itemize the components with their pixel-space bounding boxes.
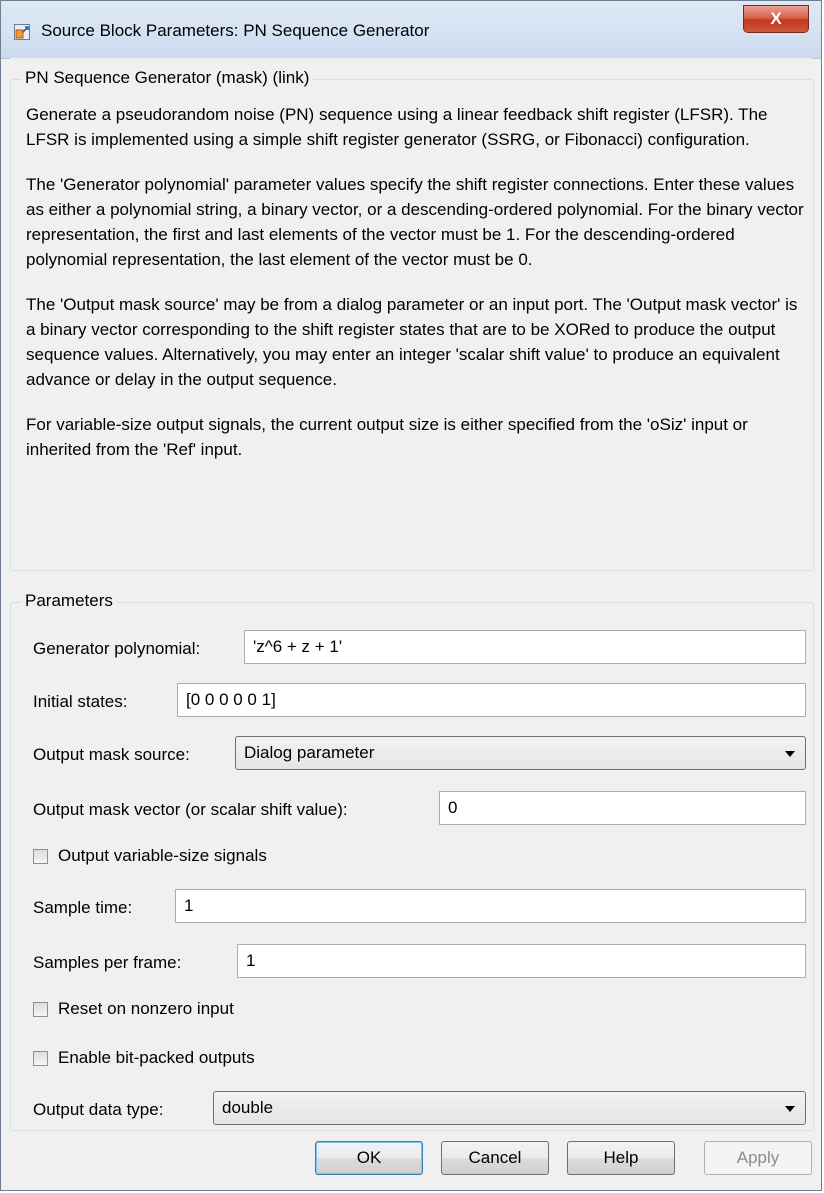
dialog-content: PN Sequence Generator (mask) (link) Gene… — [10, 58, 814, 1190]
simulink-block-icon — [14, 24, 30, 40]
sample-time-label: Sample time: — [33, 898, 133, 917]
help-button[interactable]: Help — [567, 1141, 675, 1175]
description-text: Generate a pseudorandom noise (PN) seque… — [26, 102, 811, 482]
output-variable-size-row[interactable]: Output variable-size signals — [33, 846, 267, 866]
window-title: Source Block Parameters: PN Sequence Gen… — [41, 21, 430, 40]
apply-button[interactable]: Apply — [704, 1141, 812, 1175]
title-bar[interactable]: Source Block Parameters: PN Sequence Gen… — [1, 1, 821, 59]
output-data-type-value: double — [222, 1098, 274, 1117]
description-group: PN Sequence Generator (mask) (link) Gene… — [10, 68, 814, 571]
output-mask-source-select[interactable]: Dialog parameter — [235, 736, 806, 770]
generator-polynomial-input[interactable]: 'z^6 + z + 1' — [244, 630, 806, 664]
description-paragraph: Generate a pseudorandom noise (PN) seque… — [26, 105, 768, 149]
reset-on-nonzero-label: Reset on nonzero input — [58, 999, 234, 1018]
description-paragraph: For variable-size output signals, the cu… — [26, 415, 748, 459]
output-data-type-label: Output data type: — [33, 1100, 164, 1119]
description-paragraph: The 'Output mask source' may be from a d… — [26, 295, 798, 389]
samples-per-frame-input[interactable]: 1 — [237, 944, 806, 978]
chevron-down-icon — [785, 1106, 795, 1112]
bit-packed-label: Enable bit-packed outputs — [58, 1048, 255, 1067]
sample-time-input[interactable]: 1 — [175, 889, 806, 923]
description-paragraph: The 'Generator polynomial' parameter val… — [26, 175, 804, 269]
dialog-window: Source Block Parameters: PN Sequence Gen… — [0, 0, 822, 1191]
bit-packed-checkbox[interactable] — [33, 1050, 48, 1066]
chevron-down-icon — [785, 751, 795, 757]
output-mask-vector-label: Output mask vector (or scalar shift valu… — [33, 800, 348, 819]
output-variable-size-checkbox[interactable] — [33, 848, 48, 864]
output-data-type-select[interactable]: double — [213, 1091, 806, 1125]
ok-button[interactable]: OK — [315, 1141, 423, 1175]
initial-states-label: Initial states: — [33, 692, 128, 711]
output-mask-source-label: Output mask source: — [33, 745, 190, 764]
output-variable-size-label: Output variable-size signals — [58, 846, 267, 865]
cancel-button[interactable]: Cancel — [441, 1141, 549, 1175]
description-legend: PN Sequence Generator (mask) (link) — [21, 68, 314, 88]
initial-states-input[interactable]: [0 0 0 0 0 1] — [177, 683, 806, 717]
reset-on-nonzero-checkbox[interactable] — [33, 1001, 48, 1017]
close-button[interactable]: X — [743, 5, 809, 33]
parameters-group: Parameters Generator polynomial: 'z^6 + … — [10, 591, 814, 1131]
output-mask-source-value: Dialog parameter — [244, 743, 375, 762]
output-mask-vector-input[interactable]: 0 — [439, 791, 806, 825]
generator-polynomial-label: Generator polynomial: — [33, 639, 201, 658]
parameters-legend: Parameters — [21, 591, 117, 611]
reset-on-nonzero-row[interactable]: Reset on nonzero input — [33, 999, 234, 1019]
bit-packed-row[interactable]: Enable bit-packed outputs — [33, 1048, 255, 1068]
close-icon: X — [770, 9, 782, 28]
samples-per-frame-label: Samples per frame: — [33, 953, 182, 972]
